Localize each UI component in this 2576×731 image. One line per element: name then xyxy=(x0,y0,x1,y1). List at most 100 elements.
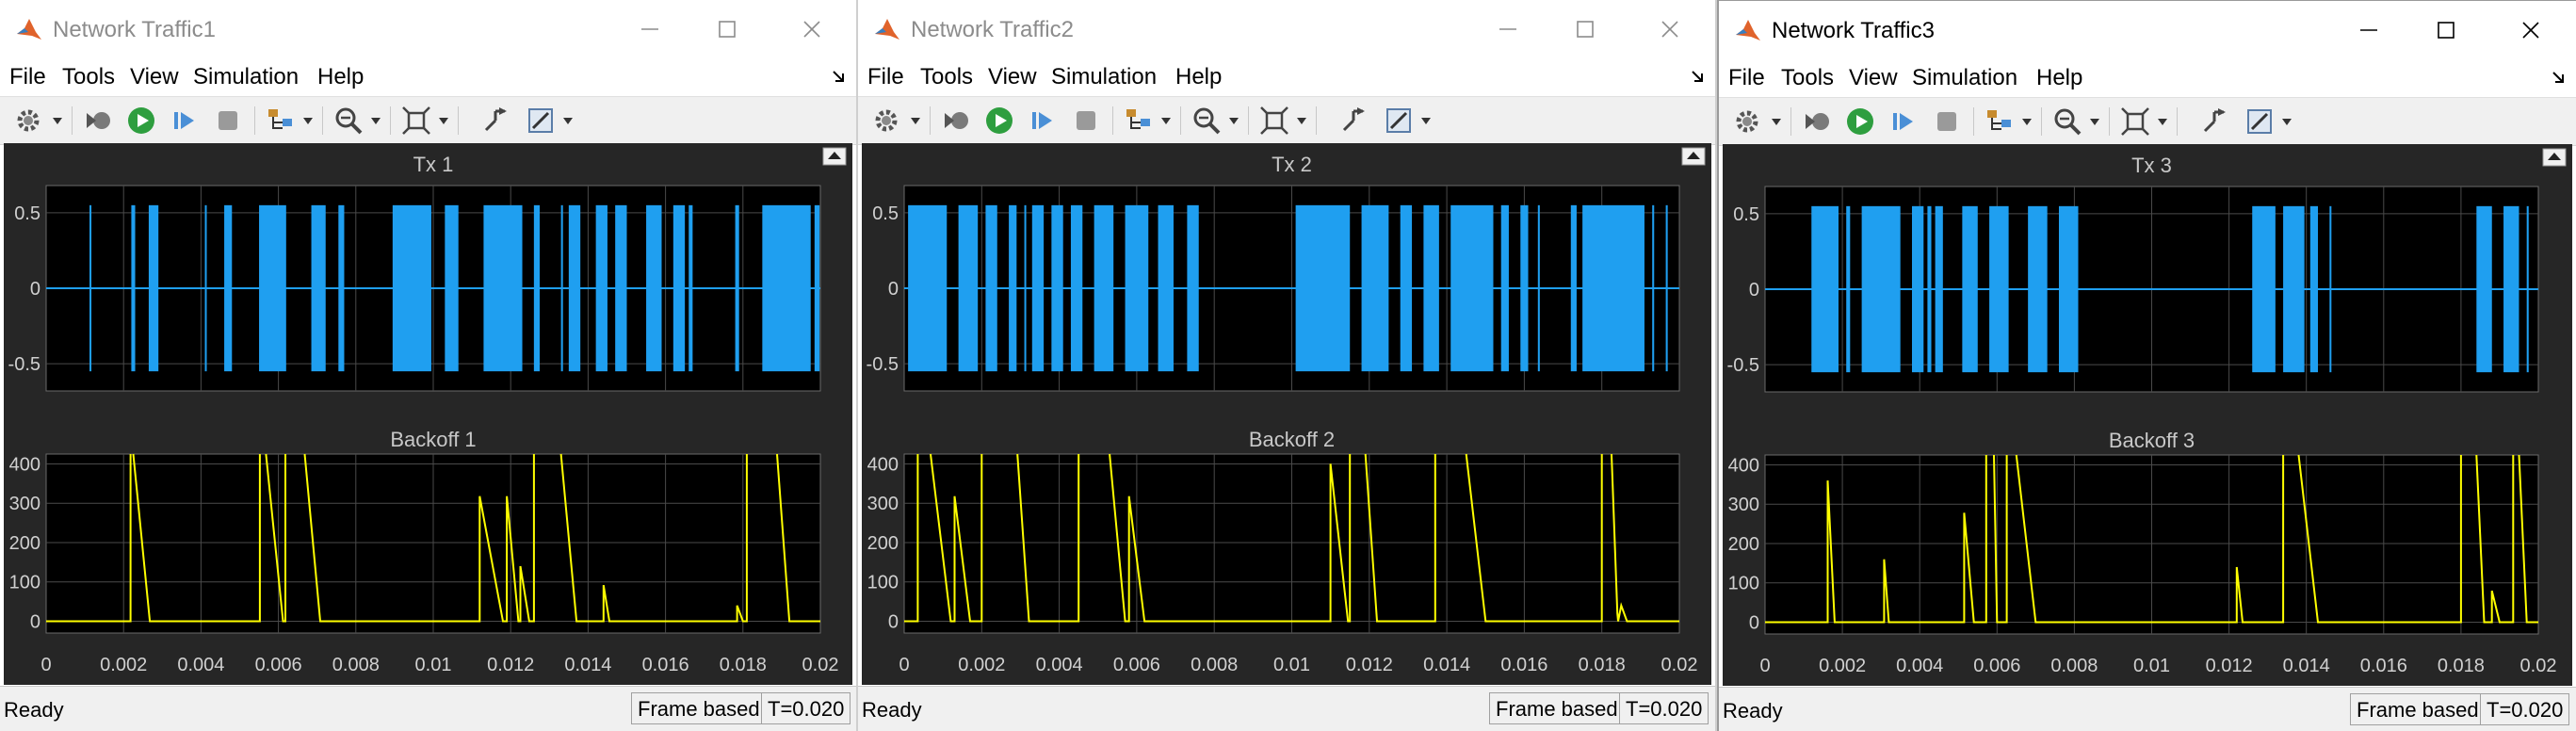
fit-axes-icon[interactable] xyxy=(1259,106,1289,136)
menu-simulation[interactable]: Simulation xyxy=(1912,65,2017,91)
chevron-down-icon[interactable] xyxy=(1421,118,1431,125)
menu-file[interactable]: File xyxy=(867,64,904,90)
backoff-xtick-label: 0.004 xyxy=(177,655,224,675)
chevron-down-icon[interactable] xyxy=(2282,119,2292,126)
menu-help[interactable]: Help xyxy=(2036,65,2082,91)
close-button[interactable] xyxy=(784,9,840,49)
tx-burst xyxy=(2329,205,2332,373)
tx-burst xyxy=(1361,204,1389,372)
scope-plots[interactable]: Tx 2 0.5 0 -0.5 Backoff 2 400 300 200 100 0 0 0.002… xyxy=(862,143,1713,685)
menu-tools[interactable]: Tools xyxy=(920,64,973,90)
step-back-icon[interactable] xyxy=(941,106,971,136)
scope-plots[interactable]: Tx 1 0.5 0 -0.5 Backoff 1 400 300 200 100 0 0 0.002… xyxy=(4,143,854,685)
scale-axes-icon[interactable] xyxy=(2199,106,2229,137)
signal-select-icon[interactable] xyxy=(1985,106,2015,137)
stop-icon[interactable] xyxy=(1071,106,1101,136)
dock-arrow-icon[interactable] xyxy=(830,66,849,85)
sim-time-indicator: T=0.020 xyxy=(1619,692,1709,724)
configuration-gear-icon[interactable] xyxy=(871,106,901,136)
chevron-down-icon[interactable] xyxy=(2090,119,2099,126)
maximize-button[interactable] xyxy=(2418,10,2474,50)
signal-select-icon[interactable] xyxy=(1124,106,1154,136)
chevron-down-icon[interactable] xyxy=(53,118,62,125)
menu-file[interactable]: File xyxy=(1728,65,1765,91)
tx-axes-title: Tx 1 xyxy=(413,153,454,176)
run-icon[interactable] xyxy=(984,106,1014,136)
chevron-down-icon[interactable] xyxy=(371,118,381,125)
draw-style-icon[interactable] xyxy=(1384,106,1414,136)
menu-help[interactable]: Help xyxy=(317,64,364,90)
chevron-down-icon[interactable] xyxy=(563,118,573,125)
run-icon[interactable] xyxy=(1845,106,1875,137)
fit-axes-icon[interactable] xyxy=(401,106,431,136)
zoom-icon[interactable] xyxy=(2052,106,2082,137)
tx-burst xyxy=(338,204,345,372)
menu-help[interactable]: Help xyxy=(1175,64,1222,90)
backoff-xtick-label: 0.02 xyxy=(1661,655,1698,675)
chevron-down-icon[interactable] xyxy=(2022,119,2032,126)
menu-simulation[interactable]: Simulation xyxy=(1051,64,1157,90)
dock-arrow-icon[interactable] xyxy=(2550,67,2568,86)
minimize-button[interactable] xyxy=(622,9,678,49)
minimize-button[interactable] xyxy=(1480,9,1536,49)
step-forward-icon[interactable] xyxy=(170,106,200,136)
menu-view[interactable]: View xyxy=(988,64,1037,90)
configuration-gear-icon[interactable] xyxy=(1732,106,1762,137)
menu-view[interactable]: View xyxy=(1849,65,1898,91)
zoom-icon[interactable] xyxy=(333,106,364,136)
backoff-ytick-label: 400 xyxy=(867,454,899,475)
menu-file[interactable]: File xyxy=(9,64,46,90)
undock-icon[interactable] xyxy=(1681,147,1706,166)
stop-icon[interactable] xyxy=(1932,106,1962,137)
undock-icon[interactable] xyxy=(2542,148,2567,167)
menu-tools[interactable]: Tools xyxy=(1781,65,1834,91)
configuration-gear-icon[interactable] xyxy=(13,106,43,136)
menu-view[interactable]: View xyxy=(130,64,179,90)
dock-arrow-icon[interactable] xyxy=(1689,66,1708,85)
backoff-xtick-label: 0.01 xyxy=(2133,656,2170,676)
tx-burst xyxy=(1582,204,1644,372)
status-ready: Ready xyxy=(4,698,64,722)
close-button[interactable] xyxy=(2503,10,2559,50)
close-button[interactable] xyxy=(1642,9,1698,49)
chevron-down-icon[interactable] xyxy=(1229,118,1239,125)
chevron-down-icon[interactable] xyxy=(911,118,920,125)
menu-tools[interactable]: Tools xyxy=(62,64,115,90)
title-bar[interactable]: Network Traffic1 xyxy=(0,0,856,58)
maximize-button[interactable] xyxy=(1557,9,1613,49)
step-back-icon[interactable] xyxy=(1802,106,1832,137)
chevron-down-icon[interactable] xyxy=(2158,119,2167,126)
menu-simulation[interactable]: Simulation xyxy=(193,64,299,90)
sim-time-indicator: T=0.020 xyxy=(2480,693,2570,725)
chevron-down-icon[interactable] xyxy=(1161,118,1171,125)
scale-axes-icon[interactable] xyxy=(480,106,510,136)
tx-burst xyxy=(985,204,997,372)
stop-icon[interactable] xyxy=(213,106,243,136)
chevron-down-icon[interactable] xyxy=(303,118,313,125)
title-bar[interactable]: Network Traffic3 xyxy=(1719,1,2576,59)
chevron-down-icon[interactable] xyxy=(439,118,448,125)
step-forward-icon[interactable] xyxy=(1888,106,1919,137)
draw-style-icon[interactable] xyxy=(526,106,556,136)
scope-window-3: Network Traffic3 File Tools View Simulat… xyxy=(1717,0,2576,731)
tx-burst xyxy=(646,204,662,372)
zoom-icon[interactable] xyxy=(1191,106,1222,136)
undock-icon[interactable] xyxy=(822,147,847,166)
step-back-icon[interactable] xyxy=(83,106,113,136)
minimize-button[interactable] xyxy=(2341,10,2397,50)
scale-axes-icon[interactable] xyxy=(1338,106,1369,136)
scope-plots[interactable]: Tx 3 0.5 0 -0.5 Backoff 3 400 300 200 100 0 0 0.002… xyxy=(1723,144,2572,686)
fit-axes-icon[interactable] xyxy=(2120,106,2150,137)
title-bar[interactable]: Network Traffic2 xyxy=(858,0,1715,58)
tx-burst xyxy=(762,204,811,372)
chevron-down-icon[interactable] xyxy=(1297,118,1306,125)
run-icon[interactable] xyxy=(126,106,156,136)
step-forward-icon[interactable] xyxy=(1028,106,1058,136)
tx-burst xyxy=(311,204,326,372)
tx-burst xyxy=(2252,205,2276,373)
maximize-button[interactable] xyxy=(699,9,755,49)
draw-style-icon[interactable] xyxy=(2244,106,2275,137)
chevron-down-icon[interactable] xyxy=(1772,119,1781,126)
minimize-icon xyxy=(2360,29,2377,31)
signal-select-icon[interactable] xyxy=(266,106,296,136)
